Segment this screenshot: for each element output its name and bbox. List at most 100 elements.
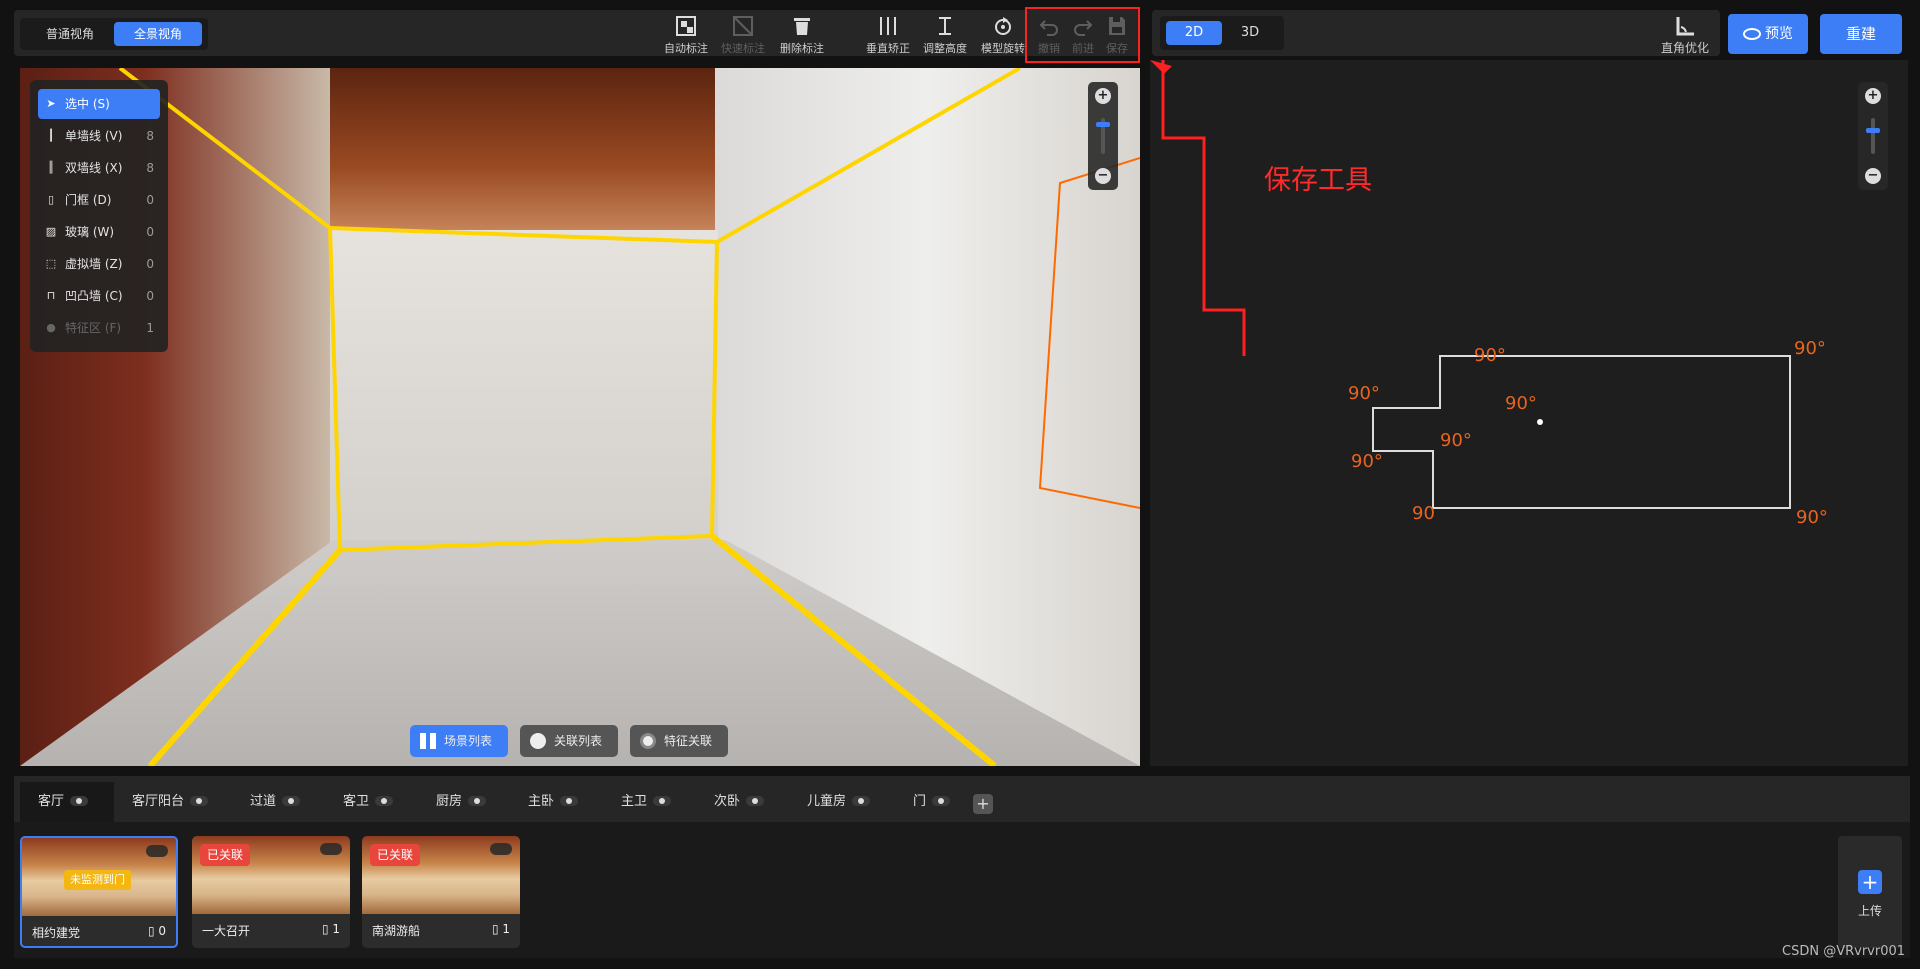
more-icon[interactable] [190, 796, 209, 806]
trash-icon [794, 18, 810, 35]
scene-list-button[interactable]: 场景列表 [410, 725, 508, 757]
annotation-arrow-head [1150, 60, 1172, 74]
3d-button[interactable]: 3D [1222, 21, 1278, 45]
vertical-correct-label: 垂直矫正 [866, 42, 910, 55]
zoom-track[interactable] [1871, 118, 1875, 154]
more-icon[interactable] [746, 796, 765, 806]
relation-list-button[interactable]: 关联列表 [520, 725, 618, 757]
right-angle-optimize-button[interactable]: 直角优化 [1650, 12, 1720, 56]
room-outline[interactable] [1372, 355, 1791, 509]
more-icon[interactable] [282, 796, 301, 806]
room-tab[interactable]: 主卧 [510, 782, 590, 822]
model-rotate-button[interactable]: 模型旋转 [974, 12, 1032, 56]
tool-glass[interactable]: ▨ 玻璃 (W) 0 [38, 217, 160, 247]
tool-select[interactable]: ➤ 选中 (S) [38, 89, 160, 119]
bump-wall-icon: ⊓ [46, 289, 56, 302]
tool-double-wall[interactable]: ║ 双墙线 (X) 8 [38, 153, 160, 183]
vertical-correct-button[interactable]: 垂直矫正 [859, 12, 917, 56]
zoom-in-icon[interactable]: + [1865, 88, 1881, 104]
zoom-thumb[interactable] [1096, 122, 1110, 127]
preview-label: 预览 [1765, 26, 1793, 42]
scene-count: ▯ 1 [321, 922, 340, 936]
angle-label: 90° [1348, 383, 1380, 404]
save-tools-highlight [1025, 7, 1140, 63]
rebuild-button[interactable]: 重建 [1820, 14, 1902, 54]
tool-single-wall[interactable]: ┃ 单墙线 (V) 8 [38, 121, 160, 151]
more-icon[interactable] [852, 796, 871, 806]
angle-label: 90° [1440, 430, 1472, 451]
tool-door-frame[interactable]: ▯ 门框 (D) 0 [38, 185, 160, 215]
angle-label: 90 [1412, 503, 1435, 524]
delete-annotate-label: 删除标注 [780, 42, 824, 55]
more-icon[interactable] [468, 796, 487, 806]
grid-icon [420, 733, 436, 749]
delete-annotate-button[interactable]: 删除标注 [773, 12, 831, 56]
zoom-thumb[interactable] [1866, 128, 1880, 133]
vertical-correct-icon [880, 17, 896, 35]
pano-zoom-control: + − [1088, 82, 1118, 190]
rotate-icon [995, 17, 1011, 35]
adjust-height-button[interactable]: 调整高度 [916, 12, 974, 56]
feature-relation-button[interactable]: 特征关联 [630, 725, 728, 757]
double-wall-icon: ║ [47, 161, 55, 174]
room-tab[interactable]: 厨房 [418, 782, 498, 822]
floor-wall-line-right[interactable] [710, 533, 997, 766]
feature-area-outline[interactable] [1038, 157, 1140, 509]
floor-wall-line-left[interactable] [147, 548, 343, 766]
linked-badge: 已关联 [370, 844, 421, 866]
preview-button[interactable]: 预览 [1728, 14, 1808, 54]
room-tab[interactable]: 客厅 [20, 782, 114, 822]
room-tab[interactable]: 主卫 [603, 782, 683, 822]
normal-view-button[interactable]: 普通视角 [28, 22, 112, 46]
tool-bump-wall[interactable]: ⊓ 凹凸墙 (C) 0 [38, 281, 160, 311]
zoom-out-icon[interactable]: − [1095, 168, 1111, 184]
more-icon[interactable] [146, 845, 168, 857]
more-icon[interactable] [70, 796, 89, 806]
right-angle-icon [1676, 17, 1694, 36]
wall-lines-overlay[interactable] [20, 68, 1140, 766]
room-tab[interactable]: 客厅阳台 [114, 782, 209, 822]
feature-area-icon: ● [46, 321, 56, 334]
single-wall-icon: ┃ [47, 129, 55, 142]
more-icon[interactable] [560, 796, 579, 806]
room-tab[interactable]: 客卫 [325, 782, 405, 822]
feature-icon [640, 733, 656, 749]
plan-zoom-control: + − [1858, 82, 1888, 190]
auto-annotate-icon [676, 16, 696, 36]
room-tab[interactable]: 儿童房 [789, 782, 879, 822]
annotation-arrow-line [1161, 60, 1246, 356]
more-icon[interactable] [490, 843, 512, 855]
angle-label: 90° [1796, 507, 1828, 528]
angle-label: 90° [1474, 345, 1506, 366]
auto-annotate-button[interactable]: 自动标注 [657, 12, 715, 56]
scene-card[interactable]: 未监测到门 相约建党 ▯ 0 [20, 836, 178, 948]
ceiling-wall-line-right[interactable] [716, 68, 1021, 244]
add-room-icon[interactable]: + [973, 794, 993, 814]
2d-button[interactable]: 2D [1166, 21, 1222, 45]
zoom-in-icon[interactable]: + [1095, 88, 1111, 104]
glass-icon: ▨ [45, 225, 57, 238]
scene-card[interactable]: 已关联 南湖游船 ▯ 1 [362, 836, 520, 948]
more-icon[interactable] [653, 796, 672, 806]
panorama-view-button[interactable]: 全景视角 [114, 22, 202, 46]
right-angle-optimize-label: 直角优化 [1660, 41, 1709, 55]
room-tab[interactable]: 次卧 [696, 782, 776, 822]
upload-button[interactable]: + 上传 [1838, 836, 1902, 948]
quick-annotate-icon [733, 16, 753, 36]
tool-virtual-wall[interactable]: ⬚ 虚拟墙 (Z) 0 [38, 249, 160, 279]
camera-point[interactable] [1537, 419, 1543, 425]
room-tab[interactable]: 过道 [232, 782, 312, 822]
more-icon[interactable] [320, 843, 342, 855]
angle-label: 90° [1505, 393, 1537, 414]
tool-feature-area[interactable]: ● 特征区 (F) 1 [38, 313, 160, 343]
angle-label: 90° [1794, 338, 1826, 359]
model-rotate-label: 模型旋转 [981, 42, 1025, 55]
room-tab[interactable]: 门 [895, 782, 955, 822]
scene-card[interactable]: 已关联 一大召开 ▯ 1 [192, 836, 350, 948]
scene-name: 一大召开 [202, 924, 251, 938]
back-wall-outline[interactable] [328, 226, 720, 553]
more-icon[interactable] [932, 796, 951, 806]
more-icon[interactable] [375, 796, 394, 806]
zoom-out-icon[interactable]: − [1865, 168, 1881, 184]
quick-annotate-button[interactable]: 快速标注 [714, 12, 772, 56]
